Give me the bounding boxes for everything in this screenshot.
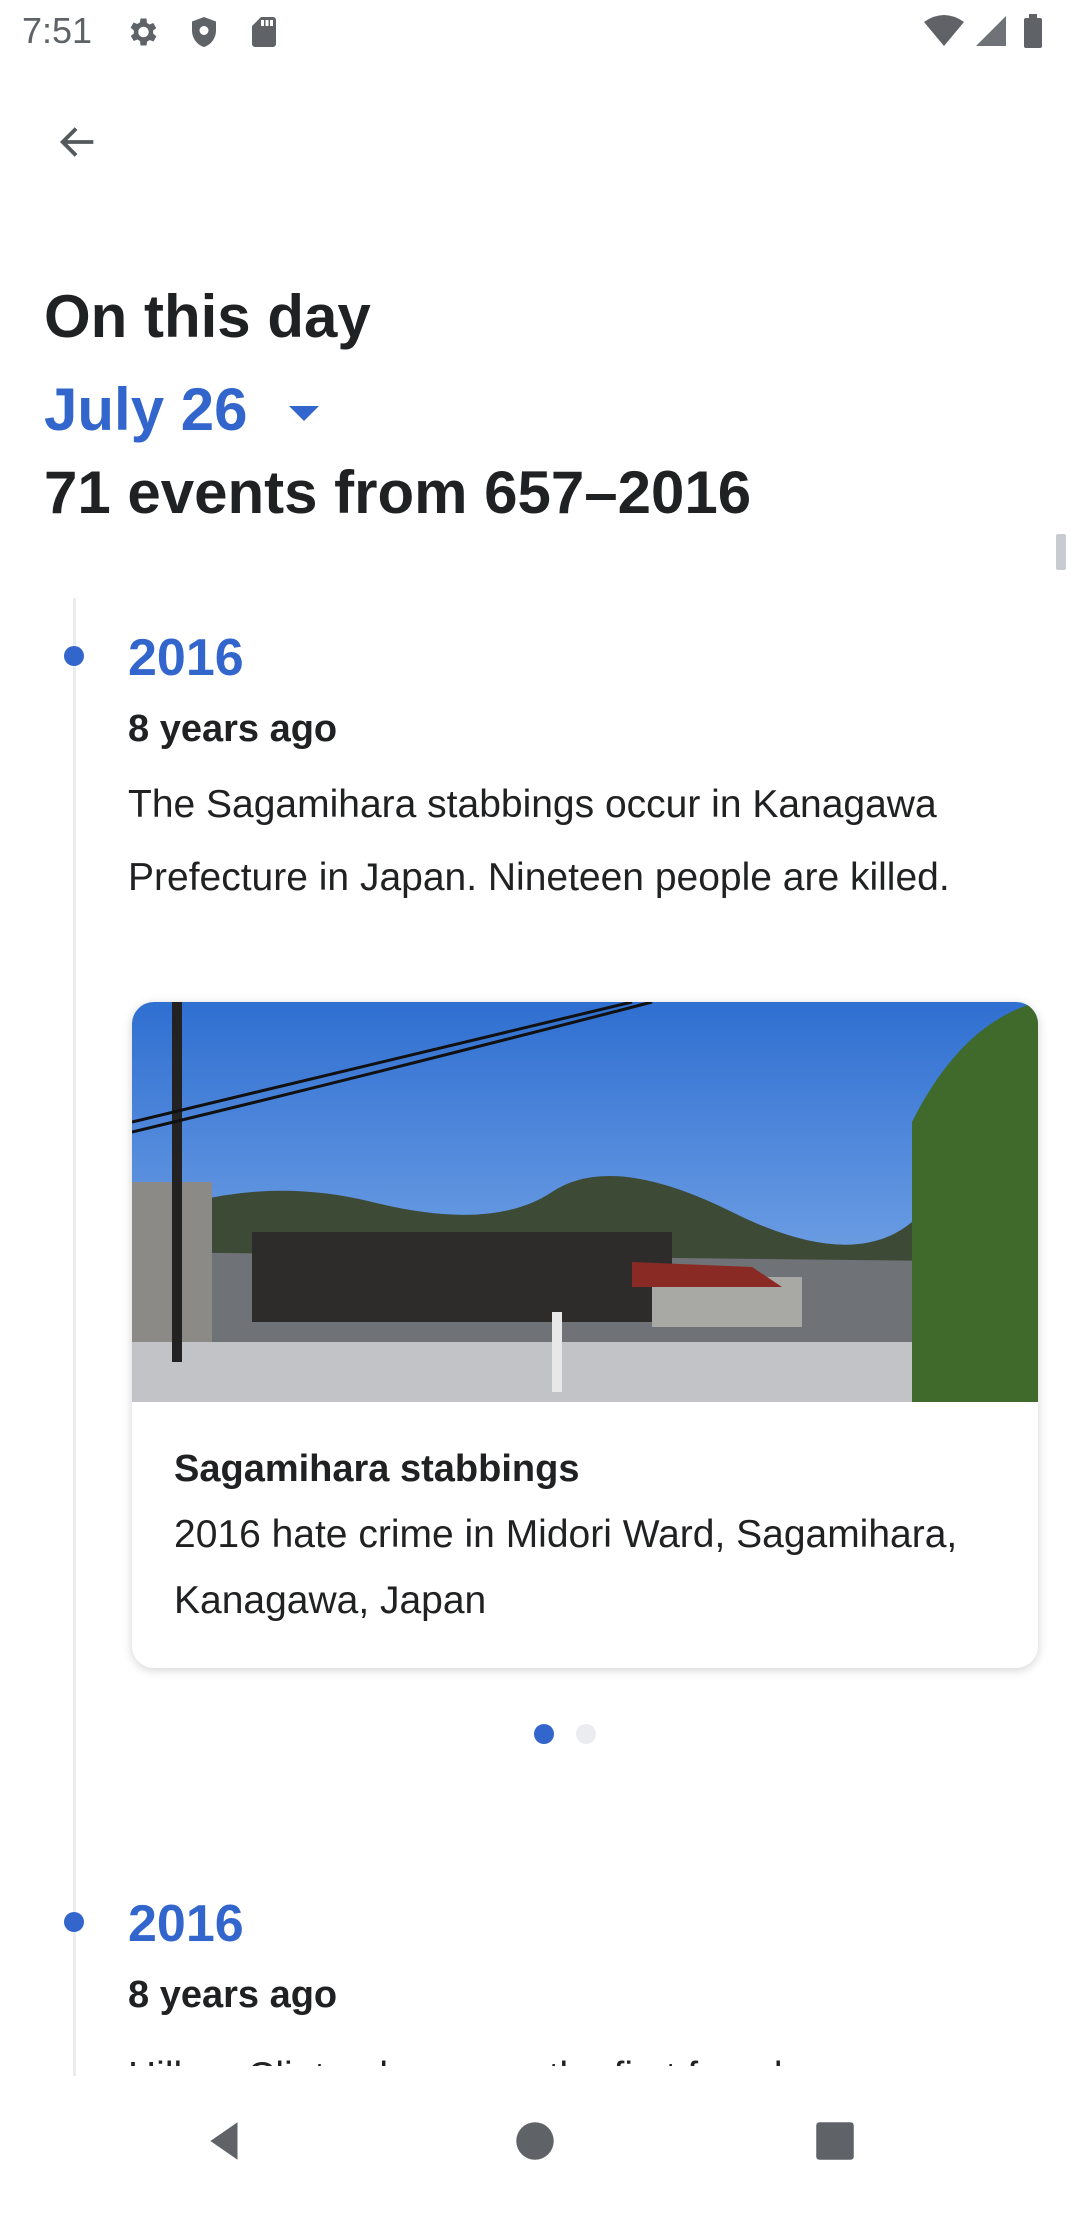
event-year[interactable]: 2016 (128, 628, 244, 688)
pager-dot-active[interactable] (534, 1724, 554, 1744)
timeline-dot (64, 1912, 84, 1932)
event-text: The Sagamihara stabbings occur in Kanaga… (128, 783, 950, 899)
signal-icon (976, 16, 1006, 46)
events-summary: 71 events from 657–2016 (44, 459, 752, 526)
caret-down-icon (289, 405, 320, 421)
scrollbar-thumb[interactable] (1056, 534, 1066, 570)
page-title: On this day (44, 283, 371, 350)
back-button[interactable] (40, 104, 116, 180)
status-time: 7:51 (22, 10, 93, 51)
sd-card-icon (246, 14, 282, 50)
date-selector[interactable]: July 26 (44, 372, 320, 446)
circle-home-icon (516, 2122, 554, 2160)
timeline-dot (64, 646, 84, 666)
card-pager[interactable] (534, 1724, 596, 1744)
nav-back-button[interactable] (190, 2106, 260, 2176)
gear-icon (124, 14, 160, 50)
event-year[interactable]: 2016 (128, 1894, 244, 1954)
nav-recents-button[interactable] (800, 2106, 870, 2176)
nav-home-button[interactable] (500, 2106, 570, 2176)
event-text-partial: Hillary Clinton becomes the first female (128, 2040, 804, 2066)
arrow-left-icon (59, 127, 94, 157)
status-bar: 7:51 (0, 0, 1080, 66)
date-label: July 26 (44, 375, 248, 443)
triangle-back-icon (210, 2122, 238, 2160)
timeline-line (73, 598, 76, 2076)
event-ago: 8 years ago (128, 708, 338, 750)
event-ago: 8 years ago (128, 1974, 338, 2016)
battery-icon (1024, 14, 1042, 48)
status-right-icons (924, 14, 1054, 50)
pager-dot[interactable] (576, 1724, 596, 1744)
card-description: 2016 hate crime in Midori Ward, Sagamiha… (174, 1513, 958, 1622)
system-nav-bar (0, 2066, 1080, 2220)
article-card[interactable]: Sagamihara stabbings 2016 hate crime in … (132, 1002, 1038, 1668)
wifi-icon (924, 15, 964, 46)
card-title: Sagamihara stabbings (174, 1448, 580, 1490)
shield-icon (186, 14, 222, 50)
article-image (132, 1002, 1038, 1402)
square-recents-icon (816, 2122, 854, 2160)
